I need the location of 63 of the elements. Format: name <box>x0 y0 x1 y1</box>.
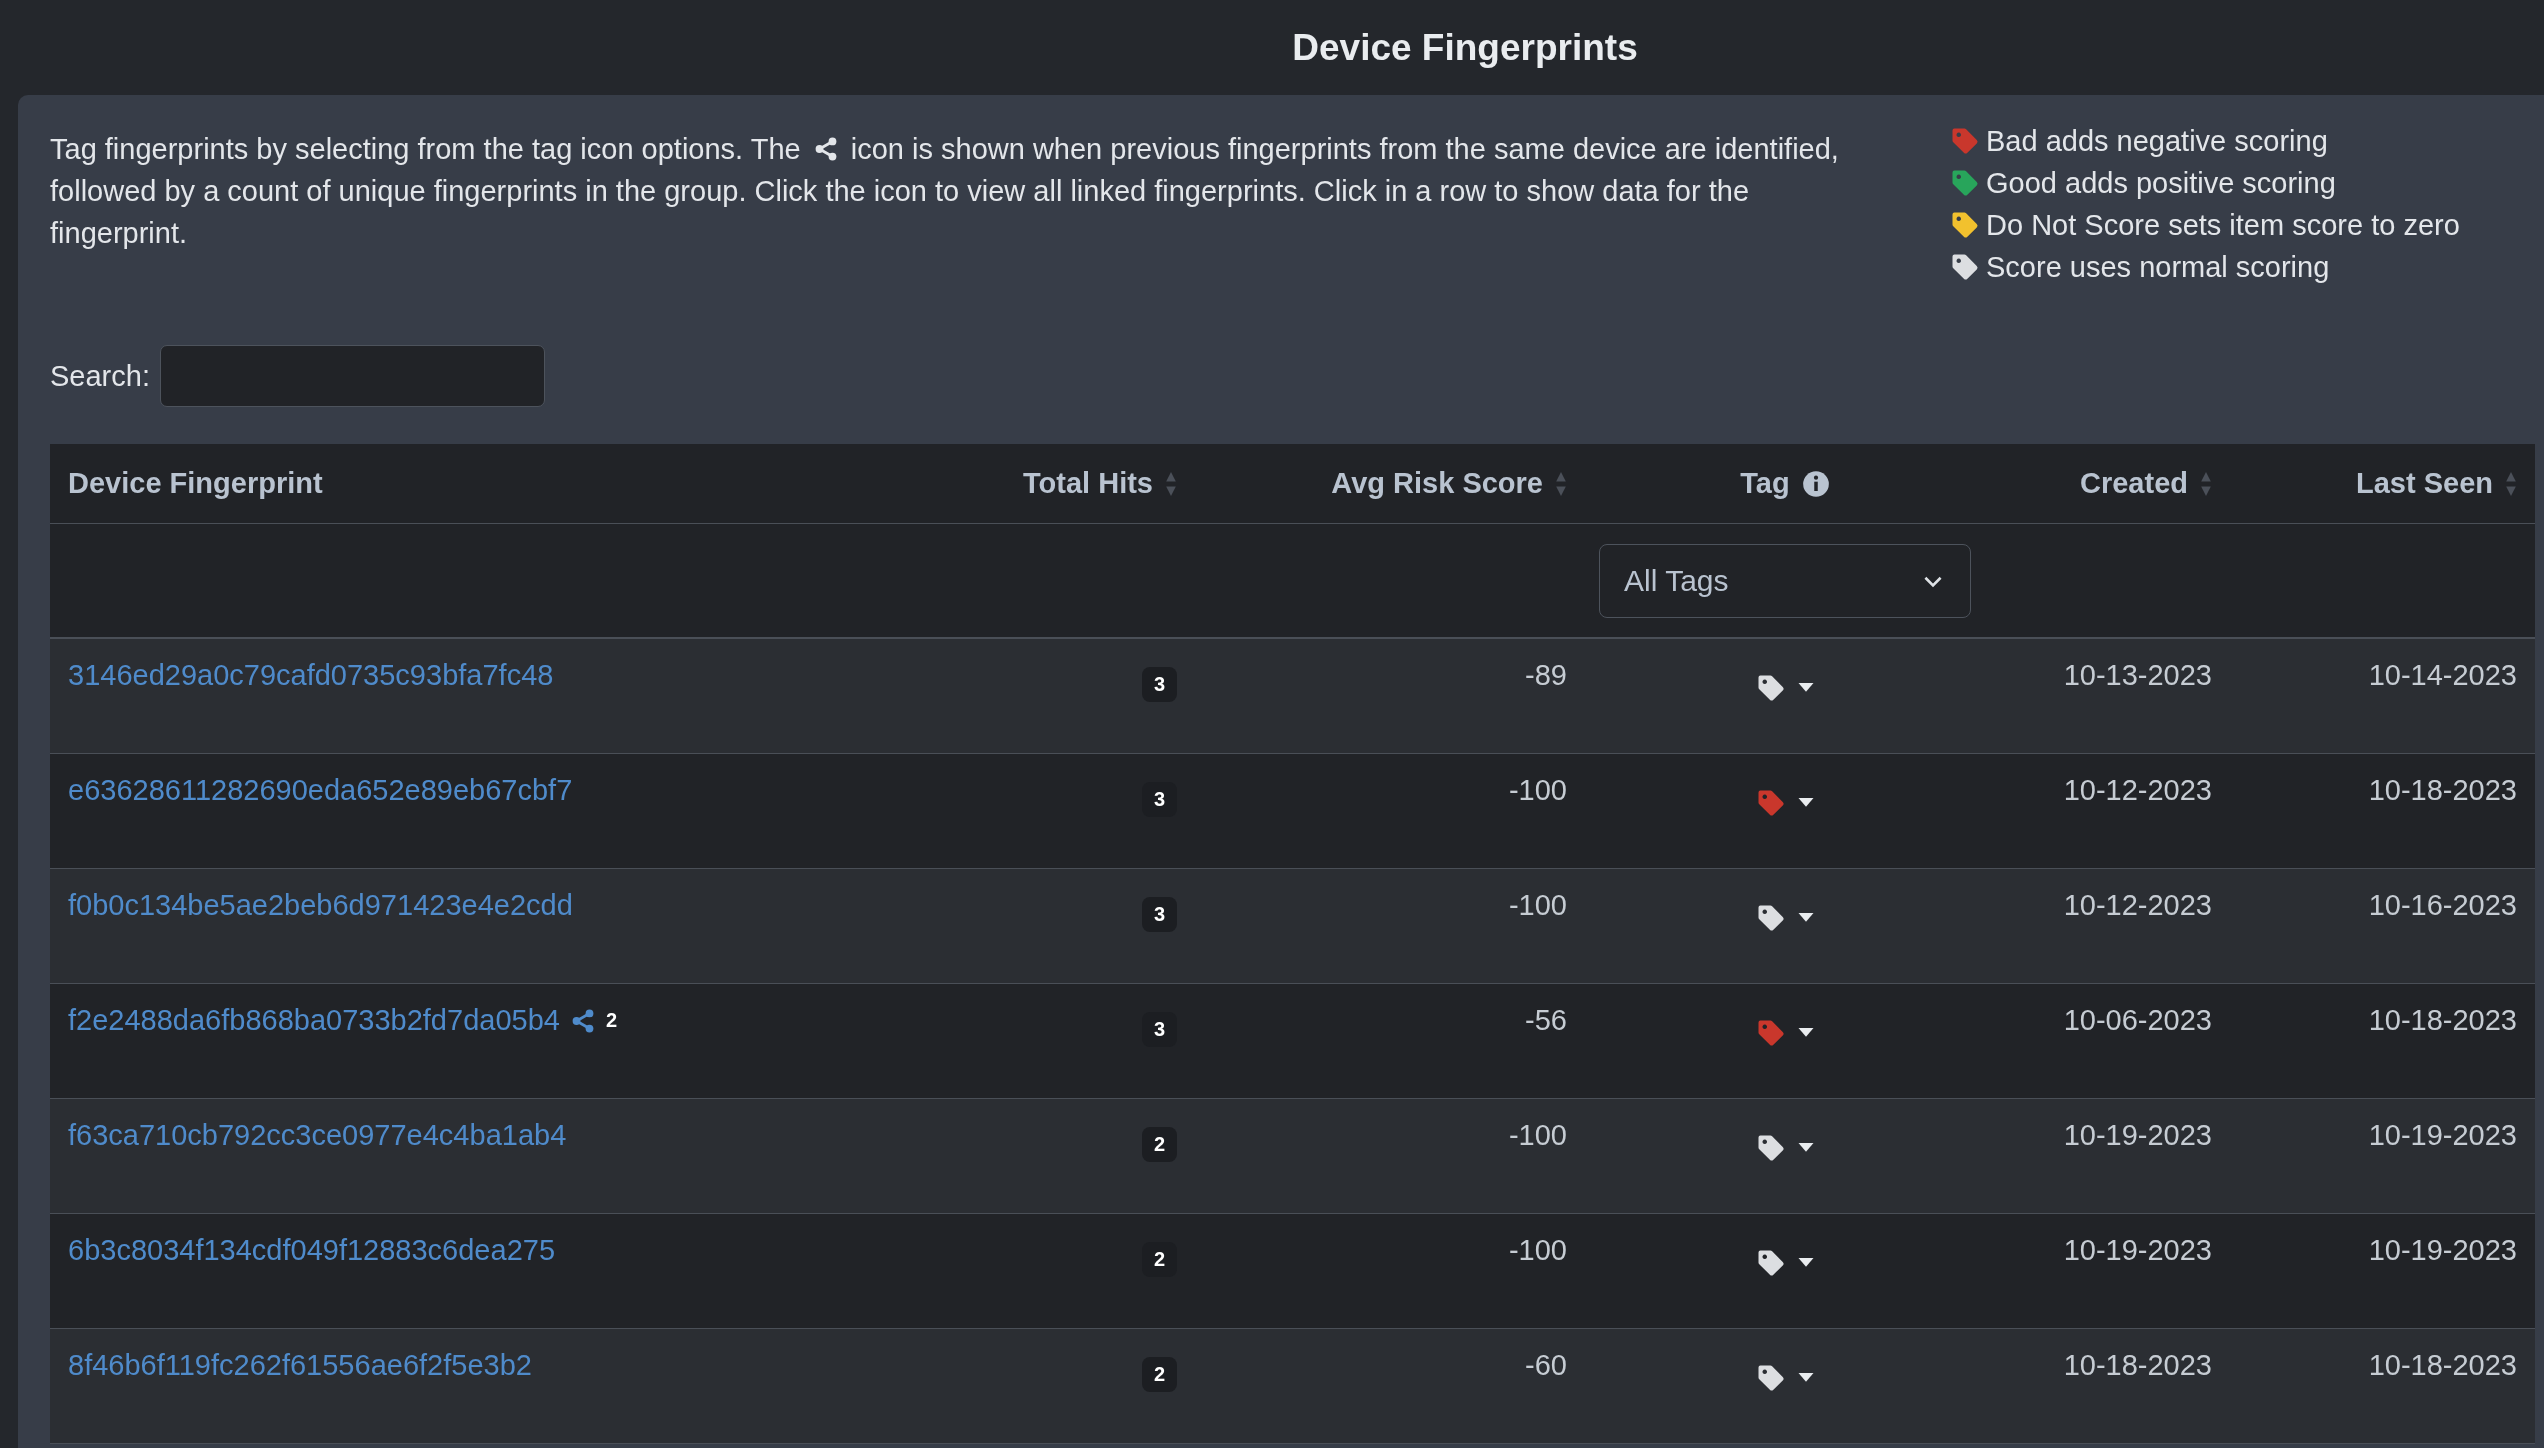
page-title: Device Fingerprints <box>1292 26 1638 69</box>
tag-dropdown-button[interactable] <box>1756 673 1814 703</box>
fingerprint-link[interactable]: f63ca710cb792cc3ce0977e4c4ba1ab4 <box>68 1119 567 1152</box>
caret-icon <box>1798 1028 1814 1038</box>
fingerprint-link[interactable]: 6b3c8034f134cdf049f12883c6dea275 <box>68 1234 555 1267</box>
search-label: Search: <box>50 359 150 393</box>
table-cell: 10-19-2023 <box>2063 1119 2212 1152</box>
table-cell: 10-18-2023 <box>2368 1349 2517 1382</box>
tag-dropdown-button[interactable] <box>1756 1248 1814 1278</box>
table-cell: 10-12-2023 <box>2063 774 2212 807</box>
hits-count: 3 <box>1141 667 1177 702</box>
tag-dropdown-button[interactable] <box>1756 788 1814 818</box>
table-cell: 10-12-2023 <box>2063 889 2212 922</box>
table-cell: 10-19-2023 <box>2368 1119 2517 1152</box>
legend-text: Do Not Score sets item score to zero <box>1986 208 2460 242</box>
caret-icon <box>1798 1143 1814 1153</box>
table-cell: 10-18-2023 <box>2368 1004 2517 1037</box>
tag-dropdown-button[interactable] <box>1756 1363 1814 1393</box>
caret-icon <box>1798 683 1814 693</box>
table-cell: -100 <box>1508 1119 1567 1152</box>
caret-icon <box>1798 798 1814 808</box>
fingerprint-link[interactable]: e63628611282690eda652e89eb67cbf7 <box>68 774 573 807</box>
table-cell: -100 <box>1508 1234 1567 1267</box>
hits-count: 2 <box>1141 1357 1177 1392</box>
caret-icon <box>1798 1258 1814 1268</box>
table-cell: 10-19-2023 <box>2063 1234 2212 1267</box>
hits-count: 3 <box>1141 897 1177 932</box>
table-cell: 10-14-2023 <box>2368 659 2517 692</box>
table-cell: 10-19-2023 <box>2368 1234 2517 1267</box>
legend-text: Good adds positive scoring <box>1986 166 2336 200</box>
tag-dropdown-button[interactable] <box>1756 1018 1814 1048</box>
legend-text: Score uses normal scoring <box>1986 250 2330 284</box>
table-cell: 10-18-2023 <box>2063 1349 2212 1382</box>
column-header[interactable]: Device Fingerprint <box>68 467 323 500</box>
hits-count: 2 <box>1141 1242 1177 1277</box>
fingerprint-link[interactable]: 3146ed29a0c79cafd0735c93bfa7fc48 <box>68 659 554 692</box>
table-cell: 10-13-2023 <box>2063 659 2212 692</box>
fingerprint-link[interactable]: f0b0c134be5ae2beb6d971423e4e2cdd <box>68 889 573 922</box>
table-cell: 10-18-2023 <box>2368 774 2517 807</box>
table-cell: -56 <box>1525 1004 1567 1037</box>
tag-dropdown-button[interactable] <box>1756 1133 1814 1163</box>
tag-filter-dropdown[interactable]: All Tags <box>1599 543 1971 618</box>
table-cell: 10-06-2023 <box>2063 1004 2212 1037</box>
table-cell: -100 <box>1508 774 1567 807</box>
tag-dropdown-button[interactable] <box>1756 903 1814 933</box>
hits-count: 3 <box>1141 782 1177 817</box>
table-cell: -89 <box>1525 659 1567 692</box>
hits-count: 3 <box>1141 1012 1177 1047</box>
table-cell: -100 <box>1508 889 1567 922</box>
column-header[interactable]: Tag <box>1740 467 1790 500</box>
caret-icon <box>1798 913 1814 923</box>
instructions-text: Tag fingerprints by selecting from the tag icon options. The icon is shown when previous fingerprints from the same device are identified, followed by a count of unique fingerprints in the group. Click the icon to view all linked fingerprints. Click in a row to show data for the fingerprint. <box>50 132 1840 251</box>
legend-text: Bad adds negative scoring <box>1986 124 2328 158</box>
column-header[interactable]: Last Seen <box>2356 467 2493 500</box>
caret-icon <box>1798 1373 1814 1383</box>
fingerprint-link[interactable]: 8f46b6f119fc262f61556ae6f2f5e3b2 <box>68 1349 532 1382</box>
table-cell: -60 <box>1525 1349 1567 1382</box>
fingerprint-link[interactable]: f2e2488da6fb868ba0733b2fd7da05b4 <box>68 1004 560 1037</box>
table-cell: 10-16-2023 <box>2368 889 2517 922</box>
search-field[interactable] <box>159 345 545 407</box>
column-header[interactable]: Created <box>2080 467 2188 500</box>
linked-count: 2 <box>605 1009 618 1032</box>
hits-count: 2 <box>1141 1127 1177 1162</box>
